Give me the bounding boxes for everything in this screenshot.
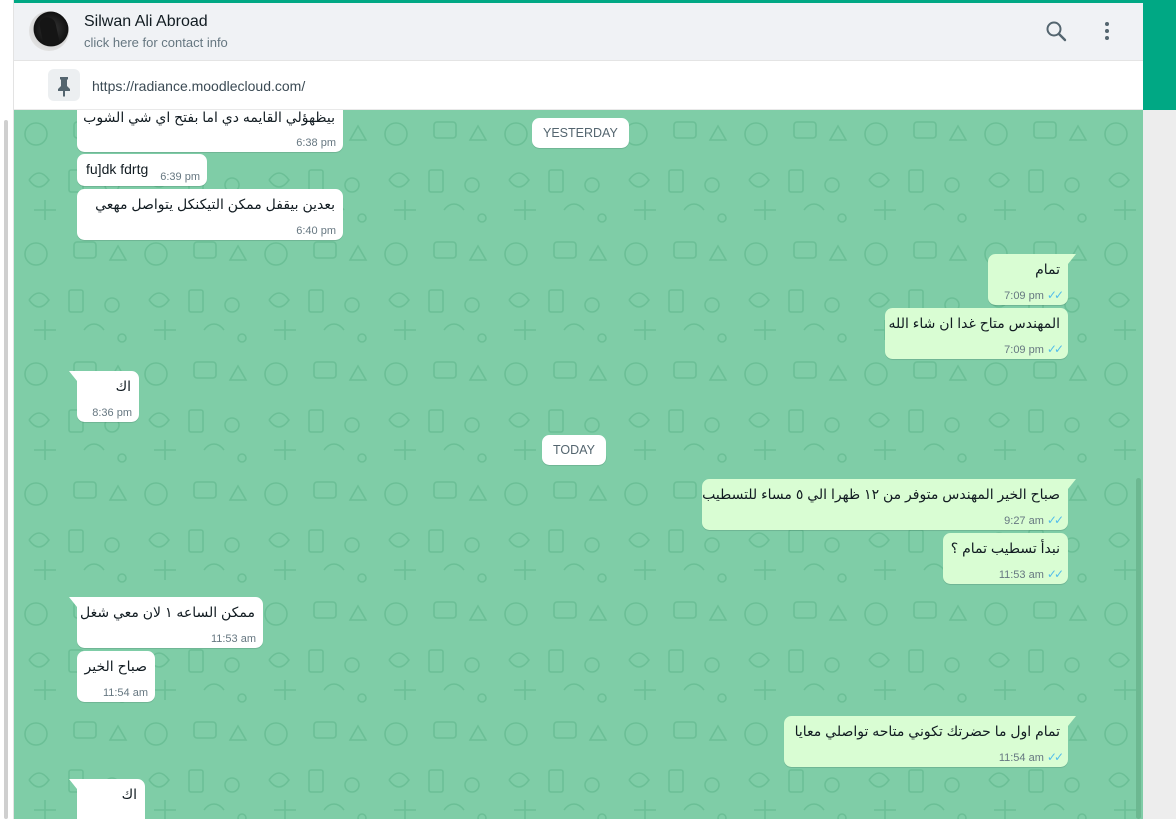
read-receipt-icon: ✓✓ bbox=[1046, 567, 1064, 581]
message-bubble[interactable]: اك bbox=[69, 779, 145, 819]
message-time: 6:40 pm bbox=[296, 225, 336, 237]
message-meta: 9:27 am ✓✓ bbox=[1004, 513, 1064, 527]
read-receipt-icon: ✓✓ bbox=[1046, 750, 1064, 764]
search-icon[interactable] bbox=[1044, 19, 1068, 43]
date-separator: TODAY bbox=[542, 435, 606, 465]
message-time: 6:38 pm bbox=[296, 137, 336, 149]
message-bubble[interactable]: بعدين بيقفل ممكن التيكنكل يتواصل مهعي 6:… bbox=[77, 189, 343, 240]
message-time: 9:27 am bbox=[1004, 515, 1044, 527]
message-meta: 7:09 pm ✓✓ bbox=[1004, 342, 1064, 356]
chat-header[interactable]: Silwan Ali Abroad click here for contact… bbox=[14, 3, 1143, 61]
message-text: نبدأ تسطيب تمام ؟ bbox=[950, 540, 1060, 556]
message-text: اك bbox=[115, 378, 131, 394]
message-bubble[interactable]: تمام اول ما حضرتك تكوني متاحه تواصلي معا… bbox=[784, 716, 1076, 767]
chat-area[interactable]: YESTERDAY TODAY بيظهؤلي القايمه دي اما ب… bbox=[14, 110, 1143, 819]
left-scrollbar[interactable] bbox=[4, 120, 8, 819]
contact-name[interactable]: Silwan Ali Abroad bbox=[84, 13, 208, 31]
read-receipt-icon: ✓✓ bbox=[1046, 288, 1064, 302]
message-time: 11:53 am bbox=[210, 633, 256, 645]
message-text: صباح الخير bbox=[84, 658, 147, 674]
message-meta: 11:54 am ✓✓ bbox=[998, 750, 1064, 764]
left-panel-edge bbox=[0, 0, 14, 819]
message-bubble[interactable]: ممكن الساعه ١ لان معي شغل 11:53 am bbox=[69, 597, 263, 648]
message-text: اك bbox=[121, 786, 137, 802]
message-time: 8:36 pm bbox=[92, 407, 132, 419]
read-receipt-icon: ✓✓ bbox=[1046, 513, 1064, 527]
avatar[interactable] bbox=[29, 11, 69, 51]
message-bubble[interactable]: المهندس متاح غدا ان شاء الله 7:09 pm ✓✓ bbox=[885, 308, 1068, 359]
chat-scrollbar[interactable] bbox=[1136, 478, 1141, 819]
message-time: 11:53 am bbox=[998, 569, 1044, 581]
contact-info-link[interactable]: click here for contact info bbox=[84, 35, 228, 50]
message-text: صباح الخير المهندس متوفر من ١٢ ظهرا الي … bbox=[702, 486, 1060, 502]
message-meta: 11:53 am ✓✓ bbox=[998, 567, 1064, 581]
pin-icon[interactable] bbox=[48, 69, 80, 101]
message-bubble[interactable]: تمام 7:09 pm ✓✓ bbox=[988, 254, 1076, 305]
message-bubble[interactable]: نبدأ تسطيب تمام ؟ 11:53 am ✓✓ bbox=[943, 533, 1068, 584]
message-time: 11:54 am bbox=[998, 752, 1044, 764]
page-margin bbox=[1143, 110, 1176, 819]
message-text: بعدين بيقفل ممكن التيكنكل يتواصل مهعي bbox=[95, 196, 335, 212]
pinned-url[interactable]: https://radiance.moodlecloud.com/ bbox=[92, 78, 305, 94]
message-time: 11:54 am bbox=[102, 687, 148, 699]
message-meta: 7:09 pm ✓✓ bbox=[1004, 288, 1064, 302]
message-bubble[interactable]: بيظهؤلي القايمه دي اما بفتح اي شي الشوب … bbox=[77, 110, 343, 152]
date-separator: YESTERDAY bbox=[532, 118, 629, 148]
message-bubble[interactable]: fu]dk fdrtg 6:39 pm bbox=[77, 154, 207, 186]
message-bubble[interactable]: اك 8:36 pm bbox=[69, 371, 139, 422]
message-text: المهندس متاح غدا ان شاء الله bbox=[888, 315, 1060, 331]
message-time: 7:09 pm bbox=[1004, 290, 1044, 302]
pinned-message-bar[interactable]: https://radiance.moodlecloud.com/ bbox=[14, 61, 1143, 110]
message-text: ممكن الساعه ١ لان معي شغل bbox=[79, 604, 255, 620]
message-bubble[interactable]: صباح الخير 11:54 am bbox=[77, 651, 155, 702]
menu-icon[interactable] bbox=[1095, 19, 1119, 43]
message-time: 6:39 pm bbox=[160, 171, 200, 183]
read-receipt-icon: ✓✓ bbox=[1046, 342, 1064, 356]
message-text: تمام bbox=[1035, 261, 1060, 277]
app-accent-strip bbox=[1143, 0, 1176, 110]
message-time: 7:09 pm bbox=[1004, 344, 1044, 356]
message-text: بيظهؤلي القايمه دي اما بفتح اي شي الشوب bbox=[83, 110, 335, 125]
message-text: تمام اول ما حضرتك تكوني متاحه تواصلي معا… bbox=[794, 723, 1060, 739]
message-bubble[interactable]: صباح الخير المهندس متوفر من ١٢ ظهرا الي … bbox=[702, 479, 1076, 530]
